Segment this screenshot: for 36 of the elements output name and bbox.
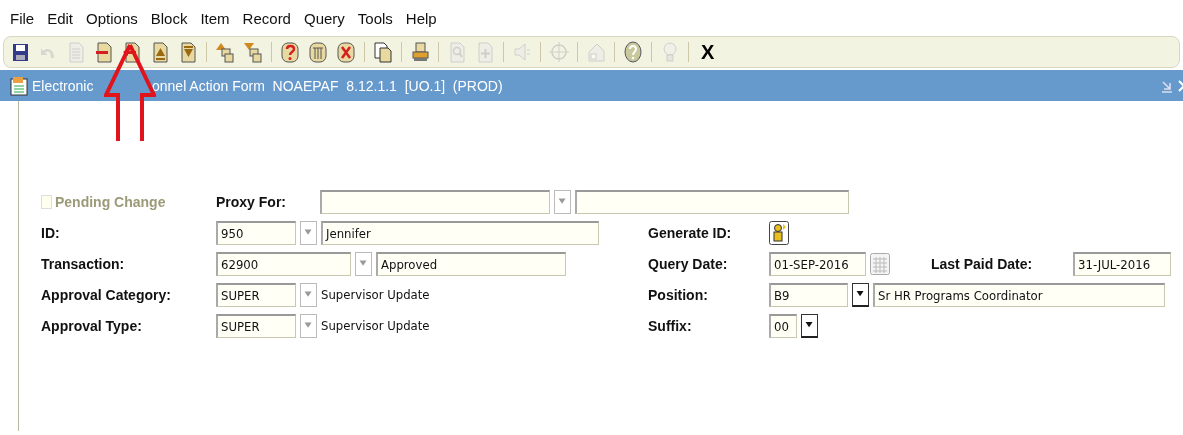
field-label: Suffix: (648, 317, 693, 334)
input-field[interactable]: Jennifer (321, 220, 599, 245)
menu-item[interactable]: Query (303, 9, 345, 27)
menu-item[interactable]: Edit (47, 9, 74, 27)
menu-item[interactable]: File (10, 9, 35, 27)
field-label: Last Paid Date: (931, 255, 1034, 272)
menu-item[interactable]: Options (86, 9, 138, 27)
menu-item[interactable]: Tools (357, 9, 393, 27)
input-field[interactable]: B9 (769, 282, 848, 307)
input-field[interactable]: 62900 (216, 251, 351, 276)
description-text: Supervisor Update (321, 318, 430, 333)
field-label: Generate ID: (648, 224, 733, 241)
input-field[interactable]: 01-SEP-2016 (769, 251, 866, 276)
menu-item[interactable]: Item (200, 9, 230, 27)
field-label: Query Date: (648, 255, 729, 272)
menu-item[interactable]: Record (242, 9, 291, 27)
input-field[interactable]: Approved (376, 251, 566, 276)
field-label: Proxy For: (216, 193, 287, 210)
menu-item[interactable]: Block (150, 9, 188, 27)
description-text: Supervisor Update (321, 287, 430, 302)
field-label: Transaction: (41, 255, 126, 272)
input-field[interactable]: 950 (216, 220, 296, 245)
checkbox-label: Pending Change (55, 193, 166, 210)
window-title: Electronic (32, 77, 95, 94)
field-label: Position: (648, 286, 709, 303)
input-field[interactable]: 00 (769, 313, 797, 338)
field-label: Approval Type: (41, 317, 143, 334)
window-title: onnel Action Form NOAEPAF 8.12.1.1 [UO.1] (PROD) (152, 77, 504, 94)
input-field[interactable]: 31-JUL-2016 (1073, 251, 1171, 276)
input-field[interactable]: SUPER (216, 282, 296, 307)
input-field[interactable]: SUPER (216, 313, 296, 338)
field-label: ID: (41, 224, 61, 241)
field-label: Approval Category: (41, 286, 172, 303)
menu-item[interactable]: Help (405, 9, 437, 27)
close-button[interactable]: X (701, 40, 715, 64)
input-field[interactable]: Sr HR Programs Coordinator (873, 282, 1165, 307)
